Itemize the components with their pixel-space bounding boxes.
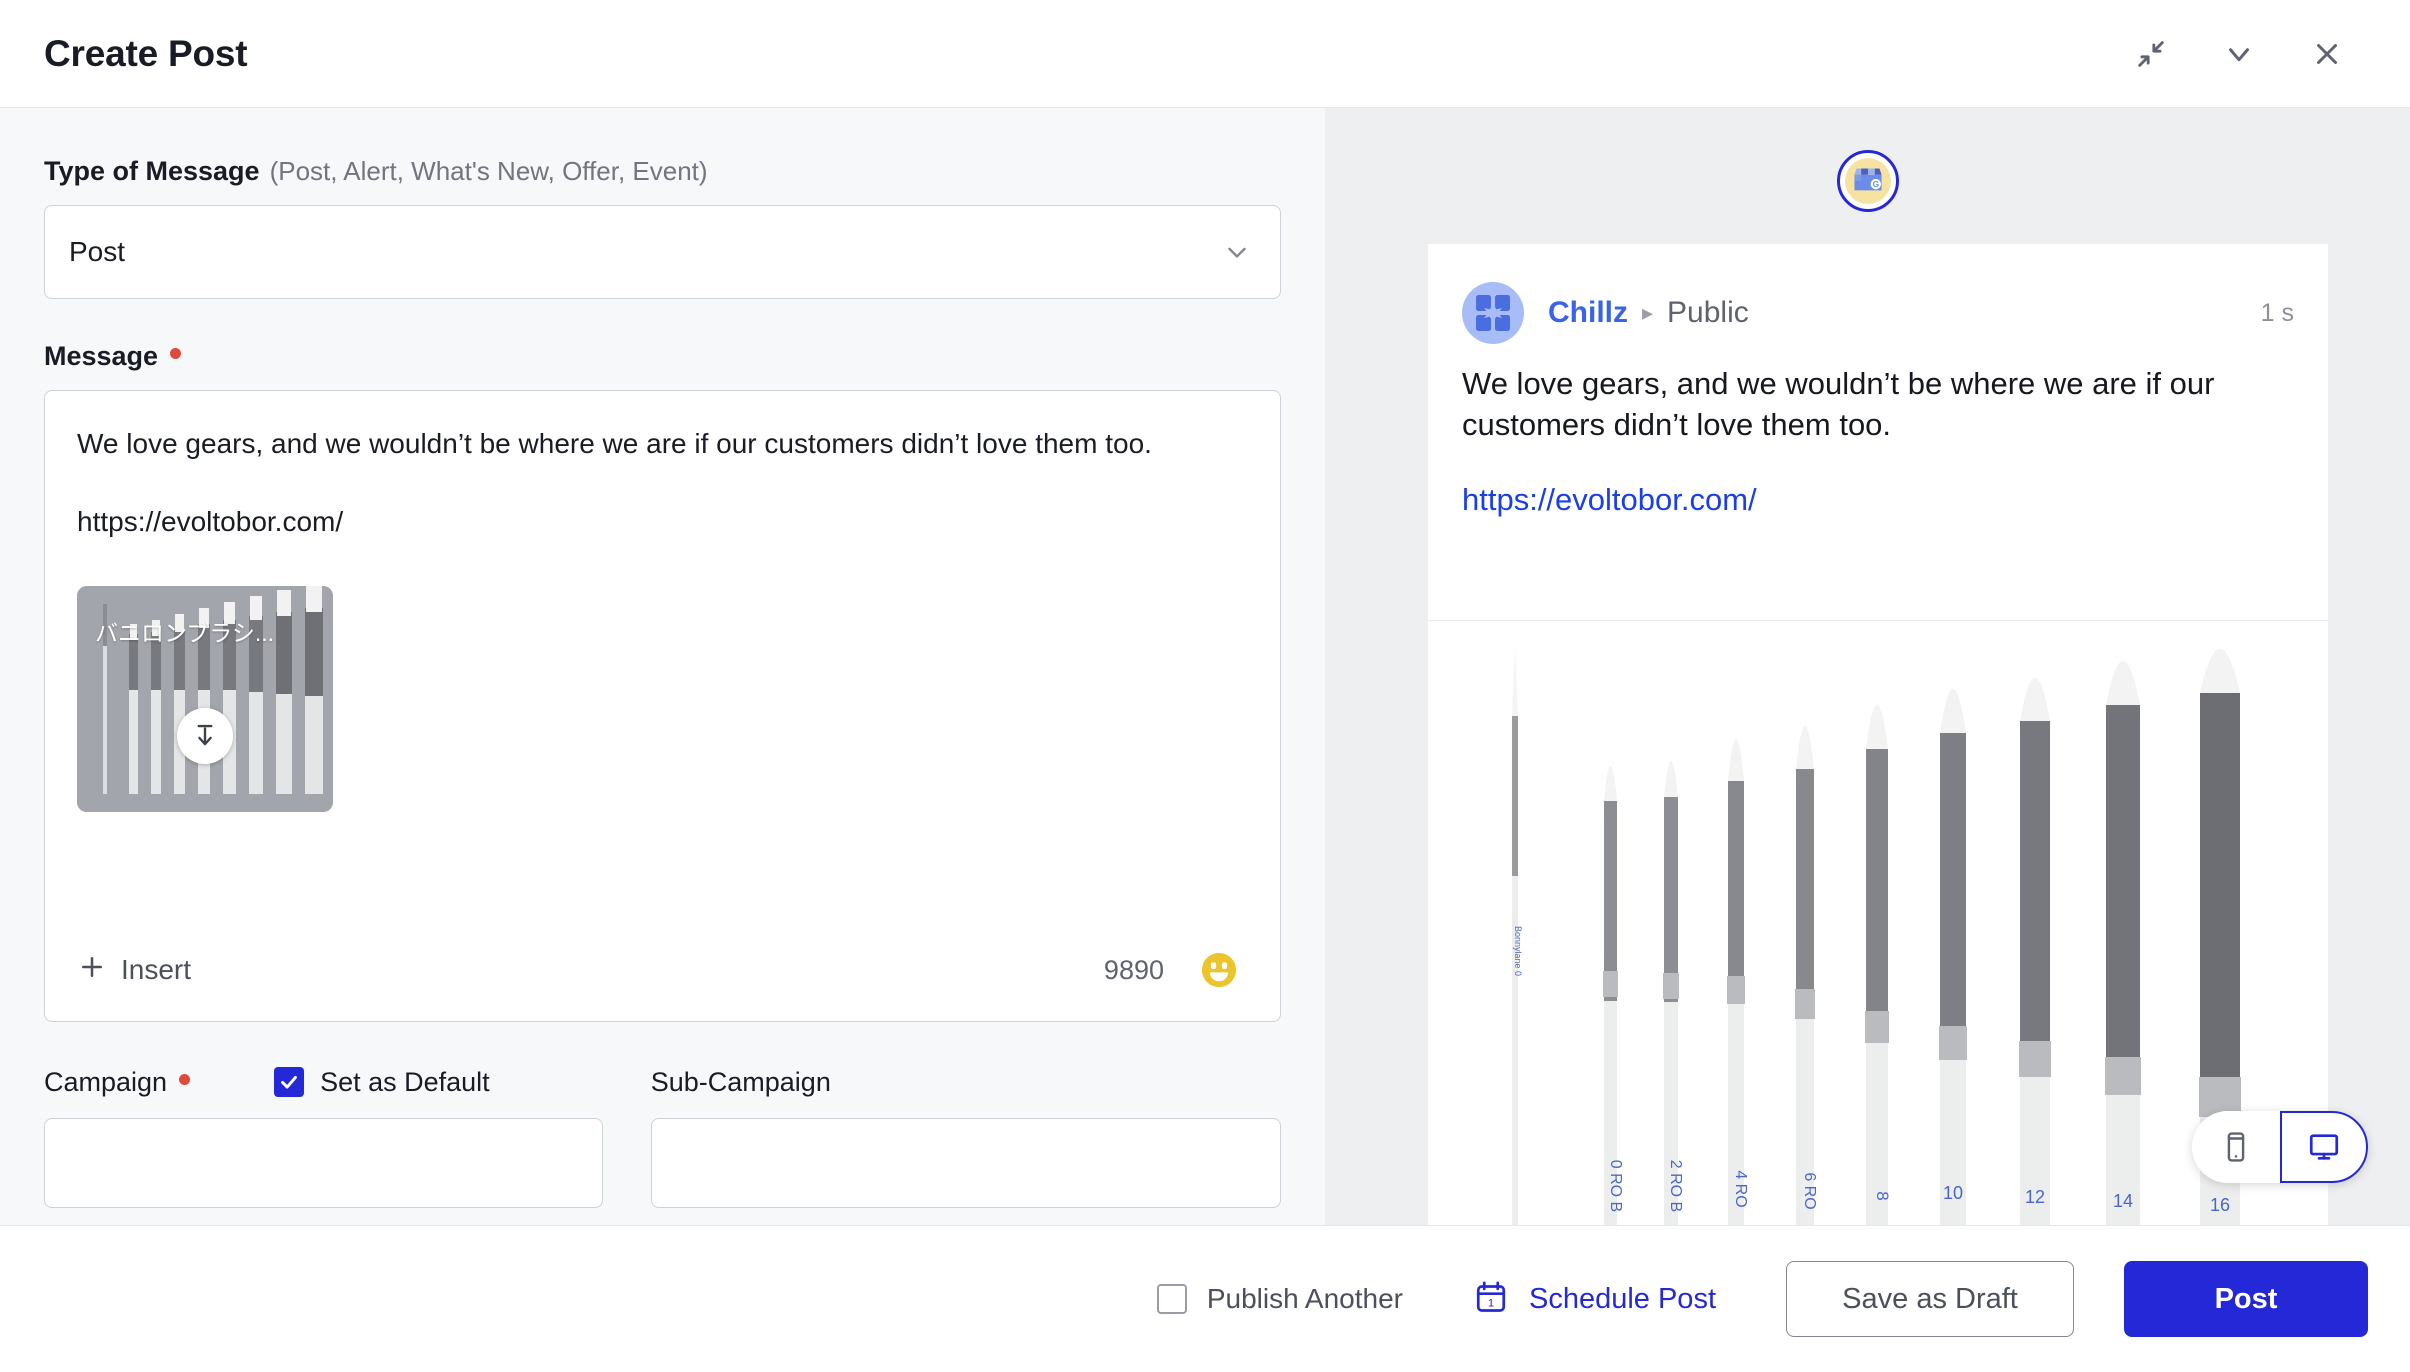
schedule-post-button[interactable]: 1 Schedule Post [1473, 1279, 1716, 1320]
preview-brand-name[interactable]: Chillz [1548, 296, 1628, 330]
campaign-row: Campaign Set as Default Sub-Campaign [44, 1064, 1281, 1208]
svg-text:6 RO: 6 RO [1801, 1172, 1818, 1209]
type-of-message-select[interactable]: Post [44, 205, 1281, 299]
field-sub-campaign: Sub-Campaign [650, 1064, 1281, 1208]
download-icon[interactable] [177, 707, 233, 764]
svg-text:Bonnylane 0: Bonnylane 0 [1513, 926, 1523, 976]
svg-text:0 RO B: 0 RO B [1607, 1160, 1624, 1212]
sub-campaign-label: Sub-Campaign [651, 1067, 831, 1098]
schedule-post-label: Schedule Post [1528, 1282, 1716, 1315]
type-of-message-label-text: Type of Message [44, 156, 260, 186]
message-toolbar-right: 9890 [1104, 951, 1248, 989]
required-indicator [179, 1073, 191, 1085]
device-preview-toggle [2192, 1111, 2368, 1183]
campaign-label-row: Campaign Set as Default [44, 1064, 603, 1100]
calendar-icon: 1 [1473, 1279, 1509, 1320]
svg-text:G: G [1872, 179, 1878, 189]
publish-another-label: Publish Another [1206, 1283, 1403, 1314]
post-preview-header: Chillz ▸ Public 1 s [1428, 244, 2328, 348]
checkbox-checked-icon [274, 1067, 305, 1097]
attachment-caption: バニロンブラシ... [95, 619, 275, 646]
post-button-label: Post [2214, 1282, 2278, 1315]
insert-button-label: Insert [121, 954, 192, 985]
post-preview-card: Chillz ▸ Public 1 s We love gears, and w… [1428, 244, 2328, 1225]
required-indicator [170, 348, 182, 359]
chevron-down-icon[interactable] [2216, 31, 2262, 77]
dialog-body: Type of Message (Post, Alert, What's New… [0, 108, 2410, 1225]
message-label-text: Message [44, 341, 159, 371]
post-button[interactable]: Post [2124, 1261, 2368, 1337]
svg-text:10: 10 [1943, 1183, 1963, 1203]
avatar [1462, 282, 1524, 344]
message-textarea[interactable]: We love gears, and we wouldn’t be where … [44, 390, 1281, 1022]
insert-button[interactable]: Insert [77, 952, 191, 989]
emoji-smiley-icon[interactable] [1200, 951, 1238, 989]
save-as-draft-button[interactable]: Save as Draft [1786, 1261, 2074, 1337]
sub-campaign-input[interactable] [650, 1118, 1281, 1208]
character-count: 9890 [1103, 954, 1164, 985]
sub-campaign-label-row: Sub-Campaign [651, 1064, 1281, 1100]
preview-timestamp: 1 s [2260, 298, 2294, 327]
field-type-of-message: Type of Message (Post, Alert, What's New… [44, 156, 1281, 299]
svg-text:14: 14 [2113, 1191, 2133, 1211]
create-post-dialog: Create Post Type of Message (Post, Alert… [0, 0, 2410, 1372]
desktop-icon[interactable] [2280, 1111, 2368, 1183]
field-campaign: Campaign Set as Default [44, 1064, 603, 1208]
preview-post-link[interactable]: https://evoltobor.com/ [1462, 482, 2294, 518]
mobile-icon[interactable] [2192, 1111, 2280, 1183]
message-link-value: https://evoltobor.com/ [77, 505, 344, 537]
message-toolbar: Insert 9890 [77, 925, 1248, 1021]
message-label: Message [44, 341, 1281, 372]
svg-text:1: 1 [1488, 1297, 1494, 1309]
collapse-icon[interactable] [2128, 31, 2174, 77]
type-of-message-hint: (Post, Alert, What's New, Offer, Event) [269, 156, 708, 186]
checkbox-unchecked-icon [1156, 1284, 1187, 1314]
save-as-draft-label: Save as Draft [1842, 1282, 2018, 1315]
field-message: Message We love gears, and we wouldn’t b… [44, 341, 1281, 1022]
dialog-titlebar: Create Post [0, 0, 2410, 108]
campaign-label: Campaign [44, 1066, 191, 1098]
svg-text:8: 8 [1873, 1191, 1892, 1200]
sub-campaign-label-text: Sub-Campaign [650, 1066, 831, 1097]
message-attachment-thumbnail[interactable]: バニロンブラシ... [77, 585, 333, 812]
chevron-right-icon: ▸ [1642, 300, 1654, 325]
publish-another-checkbox[interactable]: Publish Another [1156, 1283, 1403, 1315]
post-form-panel: Type of Message (Post, Alert, What's New… [0, 108, 1325, 1225]
set-as-default-checkbox[interactable]: Set as Default [274, 1067, 490, 1098]
svg-text:16: 16 [2210, 1195, 2230, 1215]
page-title: Create Post [44, 32, 248, 74]
preview-post-text: We love gears, and we wouldn’t be where … [1462, 366, 2215, 442]
preview-panel: G Chillz ▸ Public 1 s We love gears, and… [1325, 108, 2410, 1225]
post-preview-body: We love gears, and we wouldn’t be where … [1428, 348, 2328, 518]
titlebar-actions [2128, 31, 2370, 77]
type-of-message-value: Post [69, 236, 126, 267]
svg-text:2 RO B: 2 RO B [1667, 1160, 1684, 1212]
dialog-footer: Publish Another 1 Schedule Post Save as … [0, 1225, 2410, 1372]
google-business-profile-icon[interactable]: G [1836, 150, 1899, 212]
plus-icon [77, 952, 107, 989]
message-text-value: We love gears, and we wouldn’t be where … [77, 428, 1152, 459]
close-icon[interactable] [2304, 31, 2350, 77]
preview-audience: Public [1667, 296, 1749, 329]
set-as-default-label: Set as Default [320, 1066, 490, 1097]
post-preview-identity: Chillz ▸ Public [1548, 296, 1749, 330]
campaign-label-text: Campaign [44, 1066, 168, 1097]
svg-text:4 RO: 4 RO [1732, 1170, 1749, 1207]
type-of-message-label: Type of Message (Post, Alert, What's New… [44, 156, 1281, 187]
campaign-input[interactable] [44, 1118, 603, 1208]
svg-text:12: 12 [2025, 1187, 2045, 1207]
chevron-down-icon [1222, 237, 1252, 267]
